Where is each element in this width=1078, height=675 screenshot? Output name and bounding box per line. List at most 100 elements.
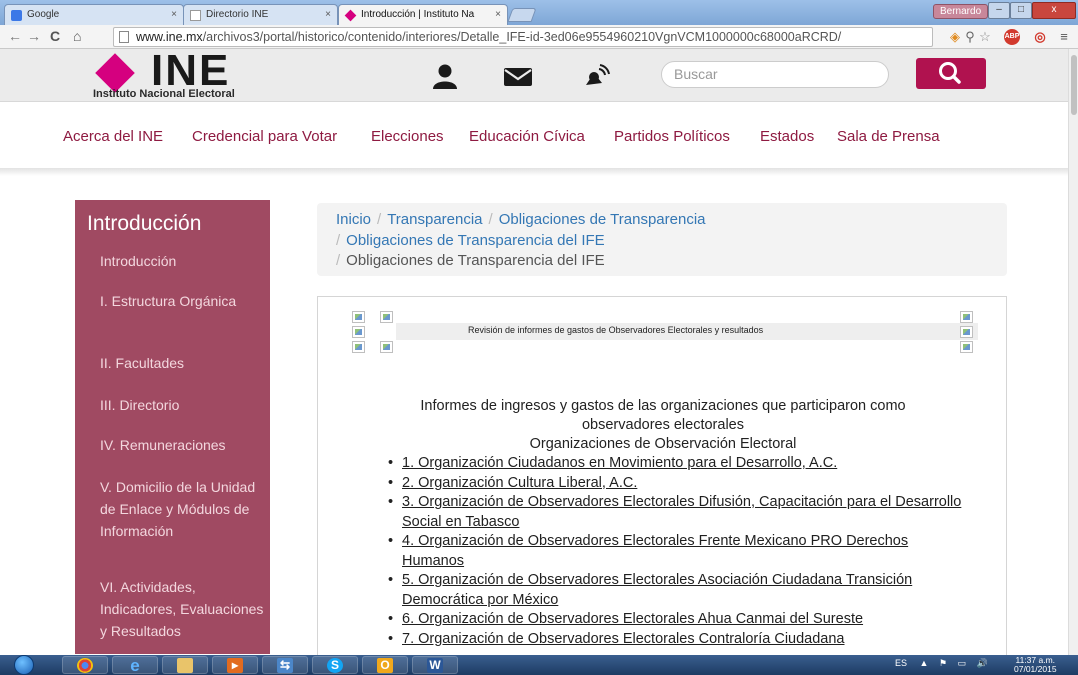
maximize-button[interactable]: □ [1010,2,1032,19]
volume-icon[interactable]: 🔊 [977,658,988,668]
bookmark-star-icon[interactable]: ☆ [977,29,993,45]
satellite-icon[interactable] [580,63,612,89]
broken-image-icon [352,311,365,323]
tab-title: Introducción | Instituto Na [361,9,475,20]
breadcrumb-inicio[interactable]: Inicio [336,211,371,228]
close-tab-icon[interactable]: × [325,5,331,25]
list-item: 6. Organización de Observadores Electora… [386,610,966,630]
nav-elecciones[interactable]: Elecciones [371,128,444,145]
taskbar-remote[interactable]: ⇆ [262,656,308,674]
back-arrow-icon[interactable]: ← [8,28,22,45]
broken-image-icon [380,341,393,353]
organizaciones-subheading: Organizaciones de Observación Electoral [529,436,797,452]
home-icon[interactable]: ⌂ [73,28,81,45]
page-favicon-icon [190,10,201,21]
broken-image-icon [352,341,365,353]
sidebar-item-directorio[interactable]: III. Directorio [100,394,270,416]
scrollbar-thumb[interactable] [1071,55,1077,115]
org-link-2[interactable]: 2. Organización Cultura Liberal, A.C. [402,475,637,491]
nav-estados[interactable]: Estados [760,128,814,145]
language-indicator[interactable]: ES [895,658,907,668]
outlook-icon: O [377,658,393,673]
taskbar-outlook[interactable]: O [362,656,408,674]
banner-table: Revisión de informes de gastos de Observ… [348,309,978,355]
extension-icon[interactable]: ◎ [1032,29,1048,45]
start-button[interactable] [6,655,50,675]
taskbar-ie[interactable]: e [112,656,158,674]
forward-arrow-icon[interactable]: → [27,28,41,45]
ine-logo[interactable]: INE Instituto Nacional Electoral [87,49,307,102]
nav-credencial[interactable]: Credencial para Votar [192,128,337,145]
flag-icon[interactable]: ⚑ [939,658,947,668]
mail-icon[interactable] [502,63,534,89]
close-tab-icon[interactable]: × [171,5,177,25]
close-tab-icon[interactable]: × [495,5,501,25]
nav-sala-prensa[interactable]: Sala de Prensa [837,128,940,145]
content-panel: Revisión de informes de gastos de Observ… [317,296,1007,656]
sidebar-item-domicilio[interactable]: V. Domicilio de la Unidad de Enlace y Mó… [100,476,270,542]
list-item: 7. Organización de Observadores Electora… [386,630,966,650]
broken-image-icon [960,326,973,338]
address-path: /archivos3/portal/historico/contenido/in… [202,30,842,44]
sidebar-item-estructura[interactable]: I. Estructura Orgánica [100,290,270,312]
breadcrumb-transparencia[interactable]: Transparencia [387,211,482,228]
list-item: 2. Organización Cultura Liberal, A.C. [386,474,966,494]
remote-desktop-icon: ⇆ [277,658,293,673]
logo-wordmark: INE [151,46,231,95]
breadcrumb-obligaciones-ife[interactable]: Obligaciones de Transparencia del IFE [346,232,604,249]
translate-icon[interactable]: ◈ [947,29,963,45]
broken-image-icon [352,326,365,338]
taskbar-explorer[interactable] [162,656,208,674]
breadcrumb-separator: / [377,211,382,228]
nav-partidos[interactable]: Partidos Políticos [614,128,730,145]
reload-icon[interactable]: C [50,28,60,45]
search-button[interactable] [916,58,986,89]
minimize-button[interactable]: – [988,2,1010,19]
zoom-icon[interactable]: ⚲ [962,29,978,45]
tab-title: Google [27,9,60,20]
tab-title: Directorio INE [206,9,269,20]
taskbar-media[interactable]: ▸ [212,656,258,674]
organizations-list: 1. Organización Ciudadanos en Movimiento… [386,454,966,649]
list-item: 1. Organización Ciudadanos en Movimiento… [386,454,966,474]
breadcrumb: Inicio / Transparencia / Obligaciones de Tra… [317,203,1007,276]
search-input[interactable]: Buscar [661,61,889,88]
close-window-button[interactable]: x [1032,2,1076,19]
broken-image-icon [960,341,973,353]
org-link-1[interactable]: 1. Organización Ciudadanos en Movimiento… [402,455,837,471]
new-tab-button[interactable] [507,8,537,22]
address-bar[interactable]: www.ine.mx/archivos3/portal/historico/co… [113,27,933,47]
sidebar-item-actividades[interactable]: VI. Actividades, Indicadores, Evaluacion… [100,576,270,642]
sidebar-item-remuneraciones[interactable]: IV. Remuneraciones [100,434,270,456]
clock[interactable]: 11:37 a.m. 07/01/2015 [1014,656,1057,674]
windows-taskbar: e ▸ ⇆ S O W ES ▲ ⚑ ▭ 🔊 11:37 a.m. 07/01/… [0,655,1078,675]
taskbar-word[interactable]: W [412,656,458,674]
tab-directorio-ine[interactable]: Directorio INE × [183,4,338,25]
sidebar-item-facultades[interactable]: II. Facultades [100,352,270,374]
address-host: www.ine.mx [136,30,203,44]
org-link-5[interactable]: 5. Organización de Observadores Electora… [402,572,912,608]
adblock-icon[interactable]: ABP [1004,29,1020,45]
list-item: 5. Organización de Observadores Electora… [386,571,966,610]
profile-button[interactable]: Bernardo [933,4,989,19]
org-link-4[interactable]: 4. Organización de Observadores Electora… [402,533,908,569]
network-icon[interactable]: ▭ [958,658,967,668]
breadcrumb-obligaciones[interactable]: Obligaciones de Transparencia [499,211,706,228]
tab-google[interactable]: Google × [4,4,184,25]
org-link-7[interactable]: 7. Organización de Observadores Electora… [402,631,845,647]
page-scrollbar[interactable] [1068,49,1078,656]
nav-acerca[interactable]: Acerca del INE [63,128,163,145]
user-icon[interactable] [429,63,461,89]
sidebar-item-introduccion[interactable]: Introducción [100,250,270,272]
tab-introduccion[interactable]: Introducción | Instituto Na × [338,4,508,25]
sidebar-title: Introducción [87,212,202,235]
taskbar-chrome[interactable] [62,656,108,674]
menu-icon[interactable]: ≡ [1056,29,1072,45]
taskbar-skype[interactable]: S [312,656,358,674]
nav-divider [0,168,1068,176]
org-link-3[interactable]: 3. Organización de Observadores Electora… [402,494,961,530]
nav-educacion[interactable]: Educación Cívica [469,128,585,145]
org-link-6[interactable]: 6. Organización de Observadores Electora… [402,611,863,627]
tray-arrow-icon[interactable]: ▲ [920,658,929,668]
internet-explorer-icon: e [130,656,140,675]
